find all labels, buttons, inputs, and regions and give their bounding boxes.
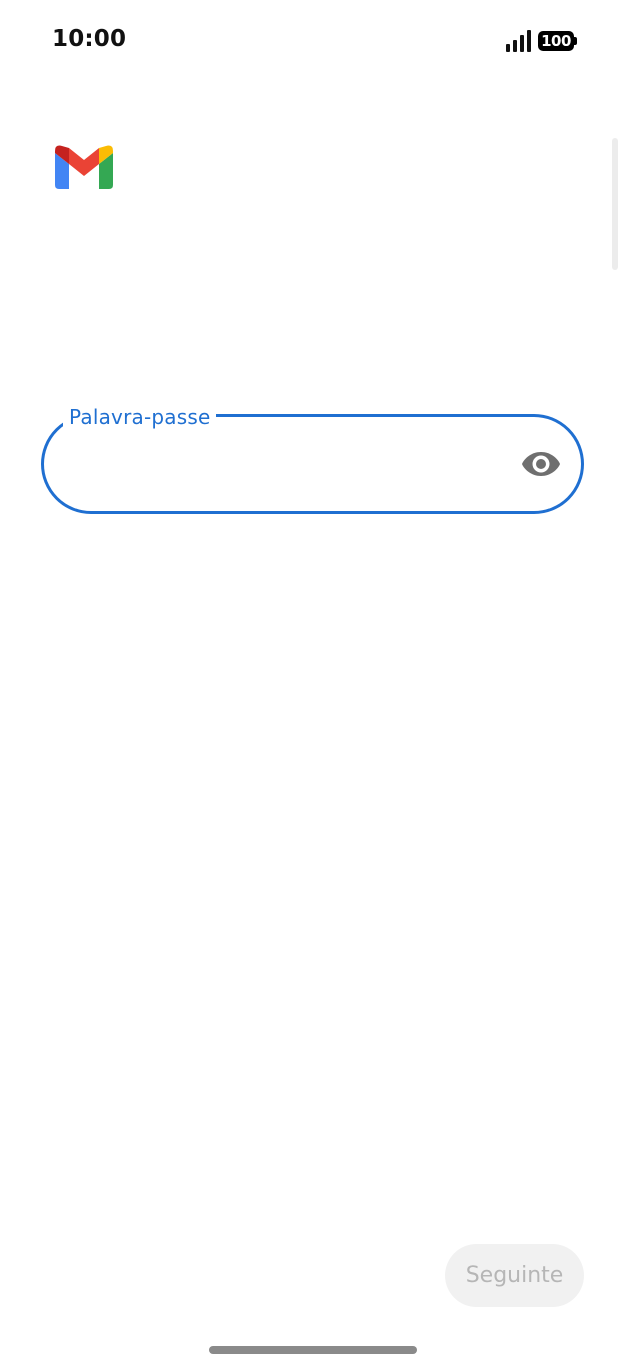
status-bar: 10:00 100	[0, 0, 626, 80]
next-button[interactable]: Seguinte	[445, 1244, 584, 1307]
battery-tip	[574, 37, 577, 45]
battery-level: 100	[538, 31, 574, 51]
password-field-label: Palavra-passe	[63, 405, 217, 429]
password-input[interactable]	[69, 435, 499, 491]
cellular-signal-icon	[506, 30, 531, 52]
home-indicator[interactable]	[209, 1346, 417, 1354]
screen: 10:00 100 Palavra-passe Seguinte	[0, 0, 626, 1366]
eye-icon	[522, 452, 560, 476]
show-password-button[interactable]	[519, 447, 563, 481]
password-field[interactable]: Palavra-passe	[41, 405, 584, 515]
scrollbar[interactable]	[612, 138, 618, 270]
status-time: 10:00	[52, 26, 127, 52]
battery-icon: 100	[538, 31, 578, 51]
gmail-logo-icon	[55, 145, 113, 189]
